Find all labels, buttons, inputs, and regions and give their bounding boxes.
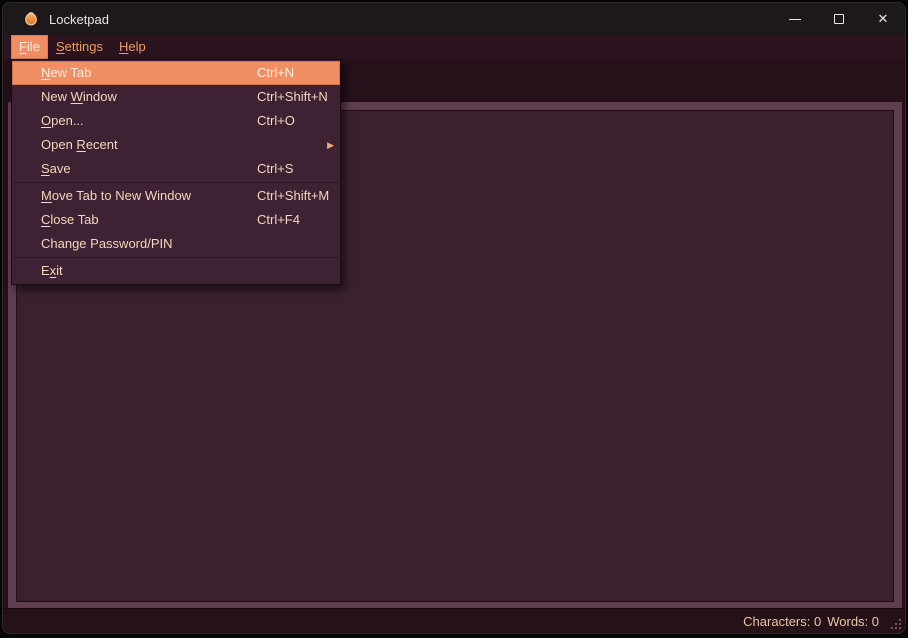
menu-separator: [14, 182, 338, 183]
maximize-icon: [834, 14, 844, 24]
close-button[interactable]: ✕: [861, 3, 905, 35]
characters-count: Characters: 0: [743, 614, 821, 629]
shortcut-label: Ctrl+Shift+M: [257, 184, 329, 208]
shortcut-label: Ctrl+F4: [257, 208, 300, 232]
menu-item-change-password-pin[interactable]: Change Password/PIN: [12, 232, 340, 256]
menu-item-open-recent[interactable]: Open Recent ▶: [12, 133, 340, 157]
menu-item-new-window[interactable]: New Window Ctrl+Shift+N: [12, 85, 340, 109]
app-window: Locketpad ✕ File Settings Help Character…: [2, 2, 906, 634]
shortcut-label: Ctrl+N: [257, 61, 294, 85]
minimize-button[interactable]: [773, 3, 817, 35]
menu-item-save[interactable]: Save Ctrl+S: [12, 157, 340, 181]
file-menu-dropdown: New Tab Ctrl+N New Window Ctrl+Shift+N O…: [11, 59, 341, 285]
words-count: Words: 0: [827, 614, 879, 629]
menubar-item-settings[interactable]: Settings: [48, 35, 111, 59]
window-controls: ✕: [773, 3, 905, 35]
menu-item-move-tab-to-new-window[interactable]: Move Tab to New Window Ctrl+Shift+M: [12, 184, 340, 208]
shortcut-label: Ctrl+O: [257, 109, 295, 133]
menu-bar: File Settings Help: [3, 35, 905, 59]
menu-item-open[interactable]: Open... Ctrl+O: [12, 109, 340, 133]
resize-grip-icon[interactable]: [890, 618, 902, 630]
menu-item-new-tab[interactable]: New Tab Ctrl+N: [12, 61, 340, 85]
status-bar: Characters: 0 Words: 0: [3, 608, 905, 633]
maximize-button[interactable]: [817, 3, 861, 35]
menubar-item-file[interactable]: File: [11, 35, 48, 59]
close-icon: ✕: [878, 11, 889, 27]
shortcut-label: Ctrl+S: [257, 157, 293, 181]
minimize-icon: [789, 19, 801, 20]
menu-item-exit[interactable]: Exit: [12, 259, 340, 283]
menu-separator: [14, 257, 338, 258]
menubar-item-help[interactable]: Help: [111, 35, 154, 59]
menu-item-close-tab[interactable]: Close Tab Ctrl+F4: [12, 208, 340, 232]
submenu-arrow-icon: ▶: [327, 133, 334, 157]
shortcut-label: Ctrl+Shift+N: [257, 85, 328, 109]
locket-app-icon: [23, 11, 39, 27]
title-bar: Locketpad ✕: [3, 3, 905, 35]
window-title: Locketpad: [49, 12, 109, 27]
